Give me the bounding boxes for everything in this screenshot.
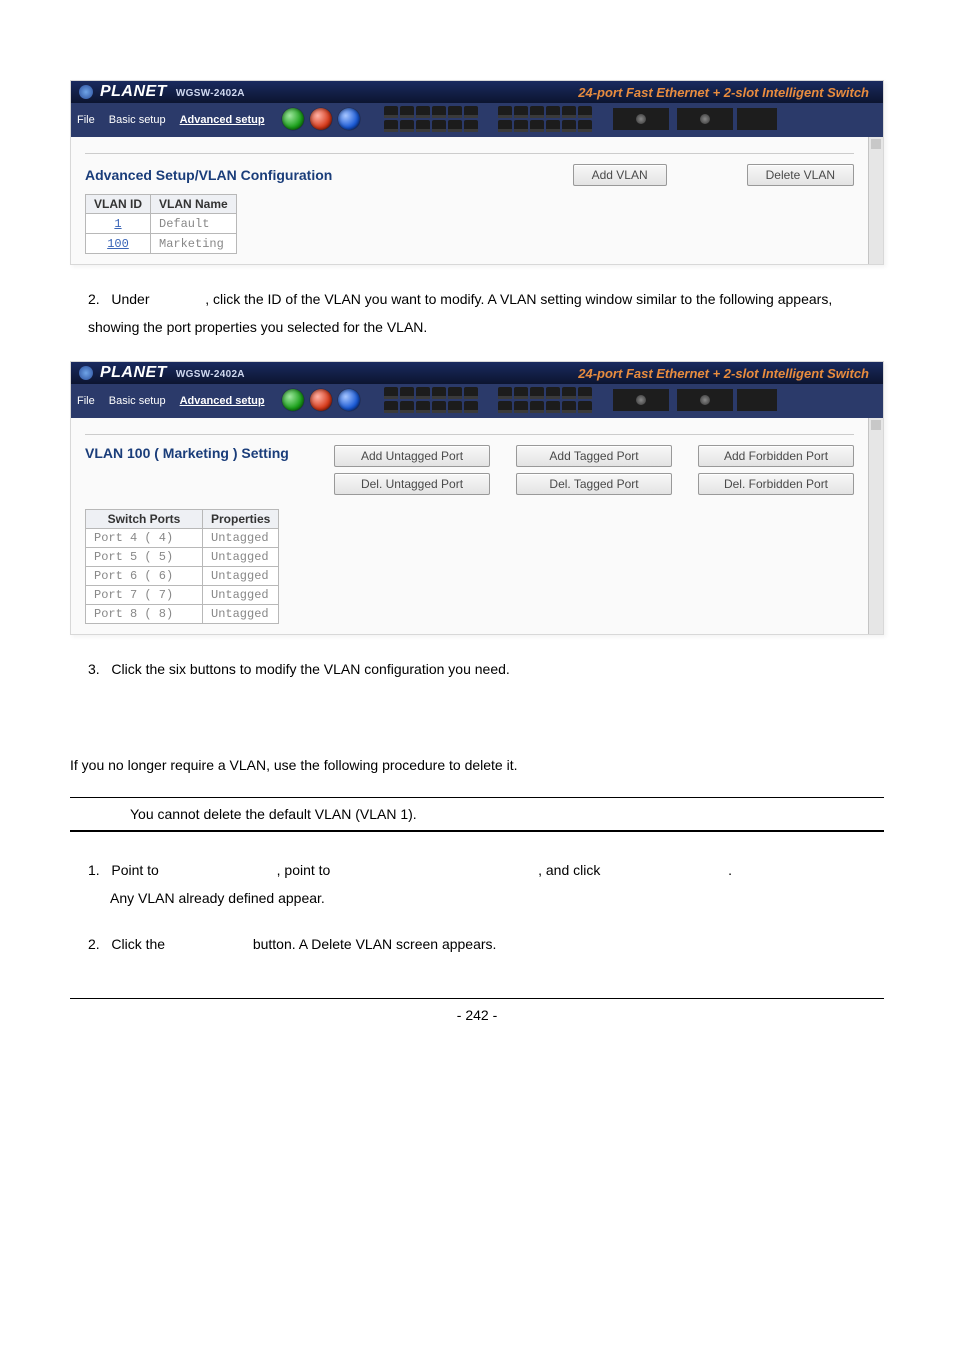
status-led-icon: [677, 389, 733, 411]
app-header: PLANET WGSW-2402A 24-port Fast Ethernet …: [71, 362, 883, 384]
status-led-icon: [613, 108, 669, 130]
scrollbar[interactable]: [868, 137, 883, 264]
table-row: Port 4 ( 4)Untagged: [86, 529, 279, 548]
figure-vlan-config: PLANET WGSW-2402A 24-port Fast Ethernet …: [70, 80, 884, 265]
note-box: You cannot delete the default VLAN (VLAN…: [70, 797, 884, 832]
brand-name: PLANET: [100, 364, 167, 381]
nav-advanced[interactable]: Advanced setup: [180, 112, 265, 126]
orb-icon: [310, 108, 332, 130]
vlan-id-link[interactable]: 100: [107, 237, 129, 251]
app-nav-bar: File Basic setup Advanced setup: [71, 384, 883, 418]
step-number: 1.: [88, 862, 100, 878]
vlan-table: VLAN ID VLAN Name 1 Default 100 Marketin…: [85, 194, 237, 254]
add-forbidden-port-button[interactable]: Add Forbidden Port: [698, 445, 854, 467]
nav-basic[interactable]: Basic setup: [109, 393, 166, 407]
nav-basic[interactable]: Basic setup: [109, 112, 166, 126]
scroll-up-icon[interactable]: [871, 139, 881, 149]
table-row: 1 Default: [86, 214, 237, 234]
panel-body: Advanced Setup/VLAN Configuration Add VL…: [71, 137, 868, 264]
delete-vlan-button[interactable]: Delete VLAN: [747, 164, 854, 186]
brand-logo: PLANET WGSW-2402A: [79, 364, 245, 382]
brand-tagline: 24-port Fast Ethernet + 2-slot Intellige…: [578, 366, 875, 381]
nav-file[interactable]: File: [77, 393, 95, 407]
setup-title: Advanced Setup/VLAN Configuration: [85, 167, 563, 183]
port-leds-icon: [383, 386, 493, 414]
sub-step: Any VLAN already defined appear.: [110, 884, 866, 912]
body-paragraph: If you no longer require a VLAN, use the…: [70, 751, 866, 779]
add-tagged-port-button[interactable]: Add Tagged Port: [516, 445, 672, 467]
del-untagged-port-button[interactable]: Del. Untagged Port: [334, 473, 490, 495]
status-led-icon: [677, 108, 733, 130]
brand-tagline: 24-port Fast Ethernet + 2-slot Intellige…: [578, 85, 875, 100]
instruction-step: 2. Under , click the ID of the VLAN you …: [88, 285, 866, 341]
col-vlan-id: VLAN ID: [86, 195, 151, 214]
scroll-up-icon[interactable]: [871, 420, 881, 430]
app-header: PLANET WGSW-2402A 24-port Fast Ethernet …: [71, 81, 883, 103]
instruction-step: 3. Click the six buttons to modify the V…: [88, 655, 866, 683]
brand-model: WGSW-2402A: [176, 369, 245, 380]
table-row: Port 5 ( 5)Untagged: [86, 548, 279, 567]
step-number: 2.: [88, 291, 100, 307]
nav-advanced[interactable]: Advanced setup: [180, 393, 265, 407]
globe-icon: [79, 85, 93, 99]
table-row: Port 6 ( 6)Untagged: [86, 567, 279, 586]
page-footer: - 242 -: [70, 998, 884, 1023]
brand-name: PLANET: [100, 83, 167, 100]
setup-title: VLAN 100 ( Marketing ) Setting: [85, 445, 305, 461]
orb-icon: [338, 389, 360, 411]
orb-icon: [282, 108, 304, 130]
col-vlan-name: VLAN Name: [151, 195, 237, 214]
instruction-step: 1. Point to , point to , and click . Any…: [88, 856, 866, 912]
page-number: - 242 -: [457, 1007, 497, 1023]
add-untagged-port-button[interactable]: Add Untagged Port: [334, 445, 490, 467]
app-nav-bar: File Basic setup Advanced setup: [71, 103, 883, 137]
orb-icon: [338, 108, 360, 130]
add-vlan-button[interactable]: Add VLAN: [573, 164, 667, 186]
del-forbidden-port-button[interactable]: Del. Forbidden Port: [698, 473, 854, 495]
orb-icon: [310, 389, 332, 411]
col-switch-ports: Switch Ports: [86, 510, 203, 529]
nav-file[interactable]: File: [77, 112, 95, 126]
vlan-name: Default: [159, 217, 209, 231]
brand-model: WGSW-2402A: [176, 88, 245, 99]
port-leds-icon: [497, 386, 607, 414]
switch-ports-table: Switch Ports Properties Port 4 ( 4)Untag…: [85, 509, 279, 624]
vlan-id-link[interactable]: 1: [114, 217, 121, 231]
vlan-name: Marketing: [159, 237, 224, 251]
port-leds-icon: [383, 105, 493, 133]
orb-icon: [282, 389, 304, 411]
panel-body: VLAN 100 ( Marketing ) Setting Add Untag…: [71, 418, 868, 634]
scrollbar[interactable]: [868, 418, 883, 634]
instruction-step: 2. Click the button. A Delete VLAN scree…: [88, 930, 866, 958]
port-leds-icon: [497, 105, 607, 133]
globe-icon: [79, 366, 93, 380]
table-row: Port 8 ( 8)Untagged: [86, 605, 279, 624]
step-number: 3.: [88, 661, 100, 677]
note-text: You cannot delete the default VLAN (VLAN…: [130, 806, 417, 822]
table-row: Port 7 ( 7)Untagged: [86, 586, 279, 605]
step-number: 2.: [88, 936, 100, 952]
del-tagged-port-button[interactable]: Del. Tagged Port: [516, 473, 672, 495]
status-led-icon: [613, 389, 669, 411]
col-properties: Properties: [203, 510, 279, 529]
figure-vlan-setting: PLANET WGSW-2402A 24-port Fast Ethernet …: [70, 361, 884, 635]
brand-logo: PLANET WGSW-2402A: [79, 83, 245, 101]
table-row: 100 Marketing: [86, 234, 237, 254]
